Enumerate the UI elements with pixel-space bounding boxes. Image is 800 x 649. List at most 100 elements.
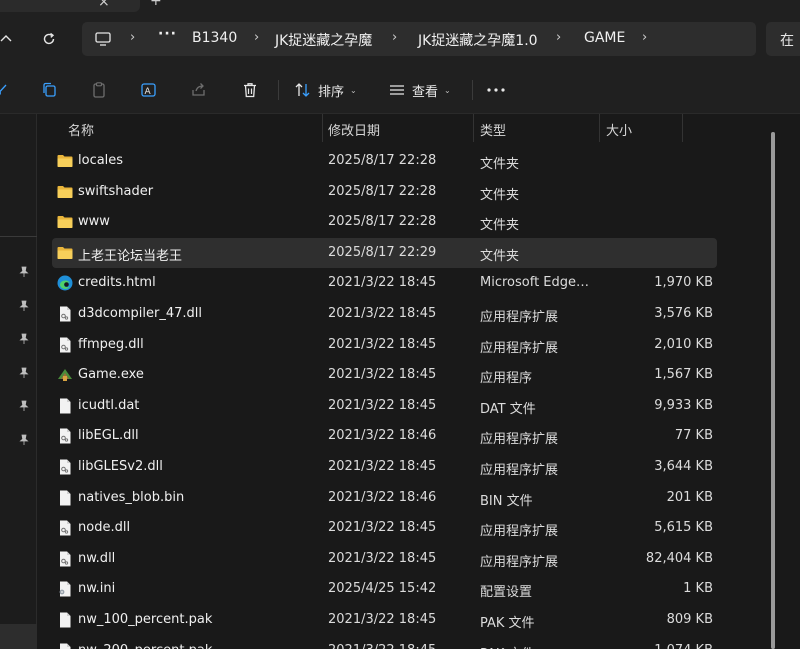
folder-icon xyxy=(56,152,74,170)
chevron-right-icon[interactable]: › xyxy=(254,30,259,45)
file-name: locales xyxy=(78,153,124,168)
breadcrumb-b1340[interactable]: B1340 xyxy=(192,30,237,46)
more-crumbs-icon[interactable]: ··· xyxy=(158,26,177,42)
file-icon xyxy=(56,397,74,415)
column-header-size[interactable]: 大小 xyxy=(606,120,632,139)
column-header-type[interactable]: 类型 xyxy=(480,120,506,139)
dll-file-icon xyxy=(56,336,74,354)
pin-icon[interactable] xyxy=(18,434,30,446)
copy-button[interactable] xyxy=(40,78,58,102)
more-options-button[interactable] xyxy=(486,78,506,102)
dll-file-icon xyxy=(56,458,74,476)
pin-icon[interactable] xyxy=(18,367,30,379)
breadcrumb-jk-game[interactable]: JK捉迷藏之孕魔 xyxy=(275,30,372,50)
file-row[interactable]: credits.html 2021/3/22 18:45 Microsoft Edg… xyxy=(52,268,717,298)
file-row[interactable]: nw_100_percent.pak 2021/3/22 18:45 PAK 文件 8… xyxy=(52,605,717,635)
file-row[interactable]: locales 2025/8/17 22:28 文件夹 xyxy=(52,146,717,176)
sidebar-divider xyxy=(0,236,37,237)
file-modified-date: 2021/3/22 18:46 xyxy=(328,428,437,444)
sidebar-selected-item[interactable] xyxy=(0,624,37,649)
file-name: nw.ini xyxy=(78,581,116,597)
sort-button[interactable]: 排序 ⌄ xyxy=(294,78,357,102)
pin-icon[interactable] xyxy=(18,266,30,278)
file-modified-date: 2025/8/17 22:28 xyxy=(328,214,437,230)
file-type: 应用程序扩展 xyxy=(480,340,559,356)
up-arrow-icon xyxy=(0,35,12,42)
file-name: icudtl.dat xyxy=(78,397,140,413)
search-box[interactable]: 在 xyxy=(766,22,800,56)
file-row[interactable]: libGLESv2.dll 2021/3/22 18:45 应用程序扩展 3,644 … xyxy=(52,452,717,482)
chevron-right-icon[interactable]: › xyxy=(556,30,561,45)
file-modified-date: 2021/3/22 18:45 xyxy=(328,612,437,627)
breadcrumb-jk-game-1-0[interactable]: JK捉迷藏之孕魔1.0 xyxy=(418,30,538,50)
file-name: nw.dll xyxy=(78,550,116,566)
column-header-name[interactable]: 名称 xyxy=(68,120,94,139)
file-row[interactable]: libEGL.dll 2021/3/22 18:46 应用程序扩展 77 KB xyxy=(52,421,717,451)
view-button[interactable]: 查看 ⌄ xyxy=(388,78,451,102)
new-tab-icon[interactable]: + xyxy=(150,0,162,9)
file-name: credits.html xyxy=(78,275,156,291)
file-type: 文件夹 xyxy=(480,218,520,234)
delete-button[interactable] xyxy=(241,78,259,102)
file-row[interactable]: swiftshader 2025/8/17 22:28 文件夹 xyxy=(52,177,717,207)
file-modified-date: 2021/3/22 18:45 xyxy=(328,397,437,413)
this-pc-icon[interactable] xyxy=(94,30,112,52)
file-name: d3dcompiler_47.dll xyxy=(78,306,203,321)
scrollbar-thumb[interactable] xyxy=(771,132,775,649)
clipboard-icon xyxy=(93,82,105,98)
refresh-button[interactable] xyxy=(37,27,61,51)
file-row[interactable]: node.dll 2021/3/22 18:45 应用程序扩展 5,615 KB xyxy=(52,513,717,543)
up-button[interactable] xyxy=(0,27,18,51)
file-type: PAK 文件 xyxy=(480,643,592,649)
file-type: PAK 文件 xyxy=(480,616,535,631)
edge-icon xyxy=(56,274,74,292)
view-label: 查看 xyxy=(412,84,439,100)
file-row[interactable]: natives_blob.bin 2021/3/22 18:46 BIN 文件 201… xyxy=(52,483,717,513)
tab-close-icon[interactable]: × xyxy=(98,0,110,10)
file-row[interactable]: 上老王论坛当老王 2025/8/17 22:29 文件夹 xyxy=(52,237,717,268)
cut-button[interactable] xyxy=(0,78,10,102)
column-header-row: ^ 名称 修改日期 类型 大小 xyxy=(38,114,760,144)
chevron-right-icon[interactable]: › xyxy=(392,30,397,45)
file-type: 应用程序扩展 xyxy=(480,554,559,570)
svg-text:A: A xyxy=(145,87,152,97)
file-type: 应用程序扩展 xyxy=(480,463,559,478)
pin-icon[interactable] xyxy=(18,333,30,345)
ini-file-icon xyxy=(56,580,74,598)
column-divider[interactable] xyxy=(473,114,474,142)
file-name: libGLESv2.dll xyxy=(78,459,163,474)
chevron-down-icon: ⌄ xyxy=(350,85,357,95)
toolbar-divider xyxy=(472,80,473,100)
file-row[interactable]: nw_200_percent.pak 2021/3/22 18:45 PAK 文件 1… xyxy=(52,636,717,649)
active-tab[interactable] xyxy=(0,0,140,12)
file-icon xyxy=(56,642,74,649)
pin-icon[interactable] xyxy=(18,300,30,312)
file-row[interactable]: icudtl.dat 2021/3/22 18:45 DAT 文件 9,933 KB xyxy=(52,391,717,421)
file-size: 1,567 KB xyxy=(654,367,713,383)
column-header-date[interactable]: 修改日期 xyxy=(328,120,380,139)
column-divider[interactable] xyxy=(322,114,323,142)
file-row[interactable]: ffmpeg.dll 2021/3/22 18:45 应用程序扩展 2,010 KB xyxy=(52,330,717,360)
chevron-right-icon[interactable]: › xyxy=(130,30,135,45)
column-divider[interactable] xyxy=(682,114,683,142)
file-name: www xyxy=(78,214,110,230)
navigation-pane xyxy=(0,114,37,649)
vertical-scrollbar[interactable] xyxy=(760,114,800,649)
paste-button[interactable] xyxy=(90,78,108,102)
address-bar[interactable]: › ··· B1340 › JK捉迷藏之孕魔 › JK捉迷藏之孕魔1.0 › G… xyxy=(82,22,756,56)
file-row[interactable]: nw.ini 2025/4/25 15:42 配置设置 1 KB xyxy=(52,574,717,604)
column-divider[interactable] xyxy=(599,114,600,142)
file-row[interactable]: www 2025/8/17 22:28 文件夹 xyxy=(52,207,717,237)
share-button[interactable] xyxy=(190,78,208,102)
sort-ascending-icon: ^ xyxy=(188,114,196,121)
file-row[interactable]: d3dcompiler_47.dll 2021/3/22 18:45 应用程序扩展 3… xyxy=(52,299,717,329)
file-name: Game.exe xyxy=(78,367,144,383)
chevron-right-icon[interactable]: › xyxy=(642,30,647,45)
file-row[interactable]: Game.exe 2021/3/22 18:45 应用程序 1,567 KB xyxy=(52,360,717,390)
rename-button[interactable]: A xyxy=(140,78,158,102)
breadcrumb-game[interactable]: GAME xyxy=(584,30,625,46)
file-row[interactable]: nw.dll 2021/3/22 18:45 应用程序扩展 82,404 KB xyxy=(52,544,717,574)
file-type: 配置设置 xyxy=(480,585,533,601)
refresh-icon xyxy=(43,32,55,45)
pin-icon[interactable] xyxy=(18,400,30,412)
